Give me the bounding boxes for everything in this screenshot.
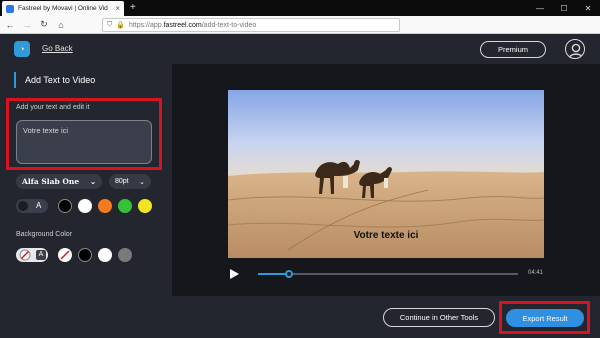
continue-in-other-tools-button[interactable]: Continue in Other Tools [383,308,495,327]
color-swatch-orange[interactable] [98,199,112,213]
no-color-icon [19,249,31,261]
new-tab-icon[interactable]: + [130,2,136,14]
user-profile-icon[interactable] [565,39,585,59]
background-a-icon: A [36,250,46,260]
premium-button[interactable]: Premium [480,41,546,58]
fastreel-logo-icon[interactable]: ◔ [14,41,30,57]
chevron-down-icon: ⌄ [139,178,145,186]
minimize-icon[interactable]: — [528,0,552,16]
text-input-label: Add your text and edit it [16,104,90,111]
bg-swatch-black[interactable] [78,248,92,262]
shield-icon: ⛉ [107,21,113,28]
tab-close-icon[interactable]: × [115,4,120,13]
url-text: https://app.fastreel.com/add-text-to-vid… [128,21,257,29]
browser-tab-bar: Fastreel by Movavi | Online Vid × + — ☐ … [0,0,600,16]
home-icon[interactable]: ⌂ [54,18,68,32]
background-color-label: Background Color [16,231,73,238]
maximize-icon[interactable]: ☐ [552,0,576,16]
text-color-toggle[interactable]: A [16,199,48,213]
color-swatch-yellow[interactable] [138,199,152,213]
font-size-select[interactable]: 80pt ⌄ [109,174,151,189]
browser-nav-bar: ← → ↻ ⌂ ⛉ 🔒 https://app.fastreel.com/add… [0,16,600,46]
bg-swatch-white[interactable] [98,248,112,262]
page-title: Add Text to Video [14,72,95,88]
app-header: ◔ Go Back Premium [0,34,600,64]
go-back-link[interactable]: Go Back [42,44,73,53]
fastreel-favicon-icon [6,4,14,13]
color-swatch-black[interactable] [58,199,72,213]
play-icon[interactable] [228,268,240,280]
progress-thumb[interactable] [285,270,294,278]
browser-tab[interactable]: Fastreel by Movavi | Online Vid × [2,1,124,16]
url-bar[interactable]: ⛉ 🔒 https://app.fastreel.com/add-text-to… [102,18,400,32]
progress-track[interactable] [258,270,518,278]
forward-arrow-icon[interactable]: → [20,18,34,32]
reload-icon[interactable]: ↻ [37,18,51,32]
no-background-swatch[interactable] [58,248,72,262]
video-duration: 04:41 [528,270,544,276]
video-preview[interactable]: Votre texte ici [228,90,544,258]
export-result-button[interactable]: Export Result [506,309,584,327]
bg-swatch-gray[interactable] [118,248,132,262]
back-arrow-icon[interactable]: ← [3,18,17,32]
tab-title: Fastreel by Movavi | Online Vid [18,5,108,12]
toggle-knob [18,201,28,211]
video-caption-text: Votre texte ici [353,230,419,241]
text-input[interactable]: Votre texte ici [16,120,152,164]
chevron-down-icon: ⌄ [90,177,96,186]
font-family-select[interactable]: Alfa Slab One ⌄ [16,174,102,189]
text-color-a-icon: A [36,201,42,210]
font-size-value: 80pt [115,178,129,185]
close-window-icon[interactable]: ✕ [576,0,600,16]
lock-icon: 🔒 [116,22,125,29]
video-player-controls: 04:41 [228,262,544,286]
font-family-value: Alfa Slab One [22,177,80,186]
color-swatch-white[interactable] [78,199,92,213]
background-color-toggle[interactable]: A [16,248,48,262]
color-swatch-green[interactable] [118,199,132,213]
editor-sidebar: Add Text to Video Add your text and edit… [0,64,172,338]
